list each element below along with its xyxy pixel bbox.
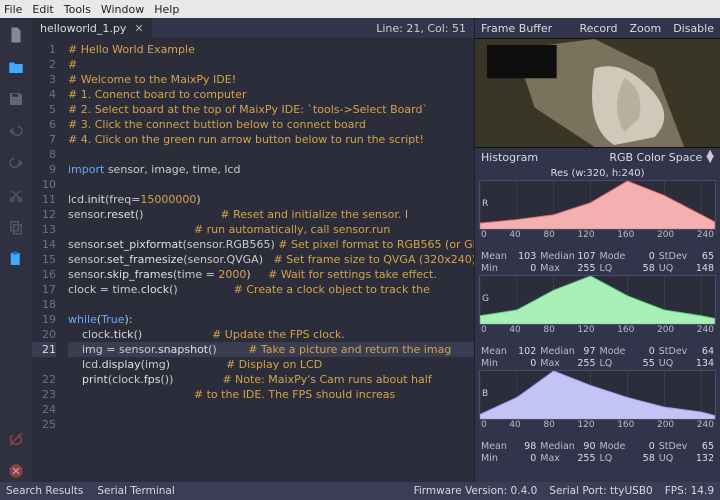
histogram-title: Histogram	[481, 151, 538, 164]
tab-close-icon[interactable]: ✕	[134, 22, 143, 35]
undo-icon[interactable]	[5, 120, 27, 142]
framebuffer-title: Frame Buffer	[475, 22, 573, 35]
histogram-resolution: Res (w:320, h:240)	[475, 166, 720, 180]
histogram-stats-r: Mean103Median107Mode0StDev65Min0Max255LQ…	[475, 249, 720, 275]
right-panel: Frame Buffer Record Zoom Disable Histogr…	[474, 18, 720, 482]
menu-window[interactable]: Window	[101, 3, 144, 16]
menubar: File Edit Tools Window Help	[0, 0, 720, 18]
cut-icon[interactable]	[5, 184, 27, 206]
menu-file[interactable]: File	[4, 3, 22, 16]
status-serial-port[interactable]: Serial Port: ttyUSB0	[549, 485, 652, 497]
status-tab-terminal[interactable]: Serial Terminal	[97, 485, 174, 497]
connect-icon[interactable]	[5, 428, 27, 450]
histogram-b: B04080120160200240	[475, 370, 720, 439]
menu-help[interactable]: Help	[154, 3, 179, 16]
status-bar: Search Results Serial Terminal Firmware …	[0, 482, 720, 500]
new-file-icon[interactable]	[5, 24, 27, 46]
colorspace-selector[interactable]: RGB Color Space	[609, 151, 702, 164]
menu-edit[interactable]: Edit	[32, 3, 53, 16]
fb-record-button[interactable]: Record	[573, 22, 623, 35]
editor-tab-bar: helloworld_1.py ✕ Line: 21, Col: 51	[32, 18, 474, 38]
colorspace-updown-icon[interactable]: ▲▼	[706, 151, 714, 163]
framebuffer-preview[interactable]	[475, 38, 720, 148]
fb-zoom-button[interactable]: Zoom	[623, 22, 667, 35]
editor-tab[interactable]: helloworld_1.py ✕	[32, 18, 152, 38]
histogram-g: G04080120160200240	[475, 275, 720, 344]
code-editor[interactable]: 1 2 3 4 5 6 7 8 9 10 11 12 13 14 15 16 1…	[32, 38, 474, 482]
copy-icon[interactable]	[5, 216, 27, 238]
status-tab-search[interactable]: Search Results	[6, 485, 83, 497]
status-firmware: Firmware Version: 0.4.0	[414, 485, 538, 497]
histogram-header: Histogram RGB Color Space ▲▼	[475, 148, 720, 166]
framebuffer-header: Frame Buffer Record Zoom Disable	[475, 18, 720, 38]
stop-icon[interactable]	[5, 460, 27, 482]
histogram-r: R04080120160200240	[475, 180, 720, 249]
open-file-icon[interactable]	[5, 56, 27, 78]
fb-disable-button[interactable]: Disable	[667, 22, 720, 35]
tab-title: helloworld_1.py	[40, 22, 126, 35]
paste-icon[interactable]	[5, 248, 27, 270]
histogram-stats-b: Mean98Median90Mode0StDev65Min0Max255LQ58…	[475, 439, 720, 465]
cursor-position: Line: 21, Col: 51	[368, 22, 474, 35]
redo-icon[interactable]	[5, 152, 27, 174]
menu-tools[interactable]: Tools	[64, 3, 91, 16]
save-icon[interactable]	[5, 88, 27, 110]
histogram-stats-g: Mean102Median97Mode0StDev64Min0Max255LQ5…	[475, 344, 720, 370]
status-fps: FPS: 14.9	[665, 485, 714, 497]
left-toolbar	[0, 18, 32, 482]
